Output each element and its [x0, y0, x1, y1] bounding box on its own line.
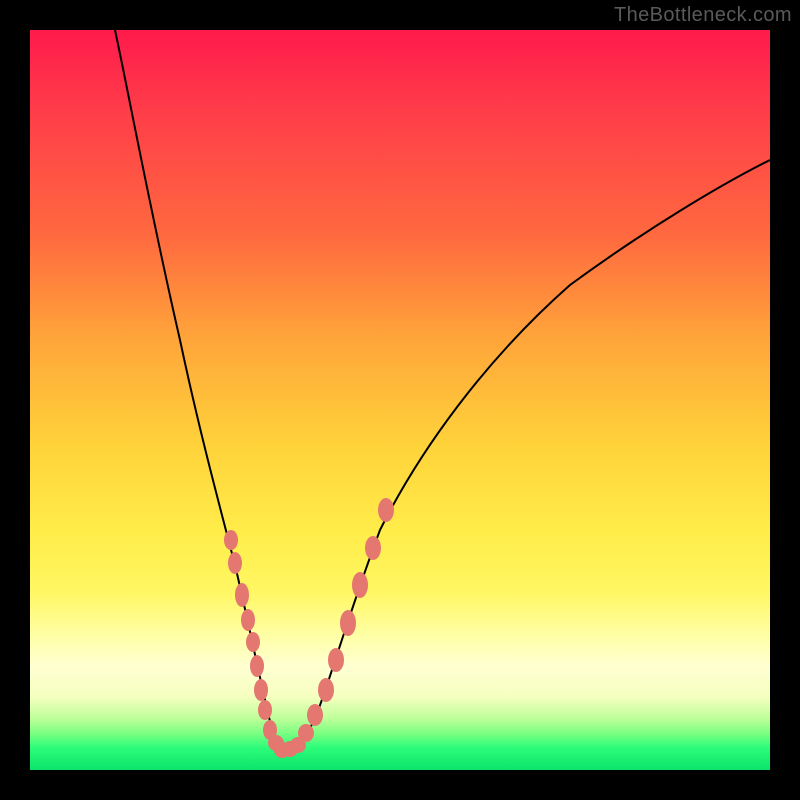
- dot-icon: [352, 572, 368, 598]
- dot-icon: [378, 498, 394, 522]
- dot-icon: [340, 610, 356, 636]
- watermark-label: TheBottleneck.com: [614, 4, 792, 27]
- dot-icon: [318, 678, 334, 702]
- dot-icon: [258, 700, 272, 720]
- left-branch-dots: [224, 530, 290, 758]
- outer-black-frame: TheBottleneck.com: [0, 0, 800, 800]
- dot-icon: [235, 583, 249, 607]
- dot-icon: [250, 655, 264, 677]
- dot-icon: [307, 704, 323, 726]
- dot-icon: [328, 648, 344, 672]
- bottleneck-curve: [115, 30, 770, 750]
- dot-icon: [254, 679, 268, 701]
- dot-icon: [228, 552, 242, 574]
- dot-icon: [365, 536, 381, 560]
- dot-icon: [241, 609, 255, 631]
- chart-overlay: [30, 30, 770, 770]
- dot-icon: [246, 632, 260, 652]
- dot-icon: [298, 724, 314, 742]
- dot-icon: [224, 530, 238, 550]
- plot-area: [30, 30, 770, 770]
